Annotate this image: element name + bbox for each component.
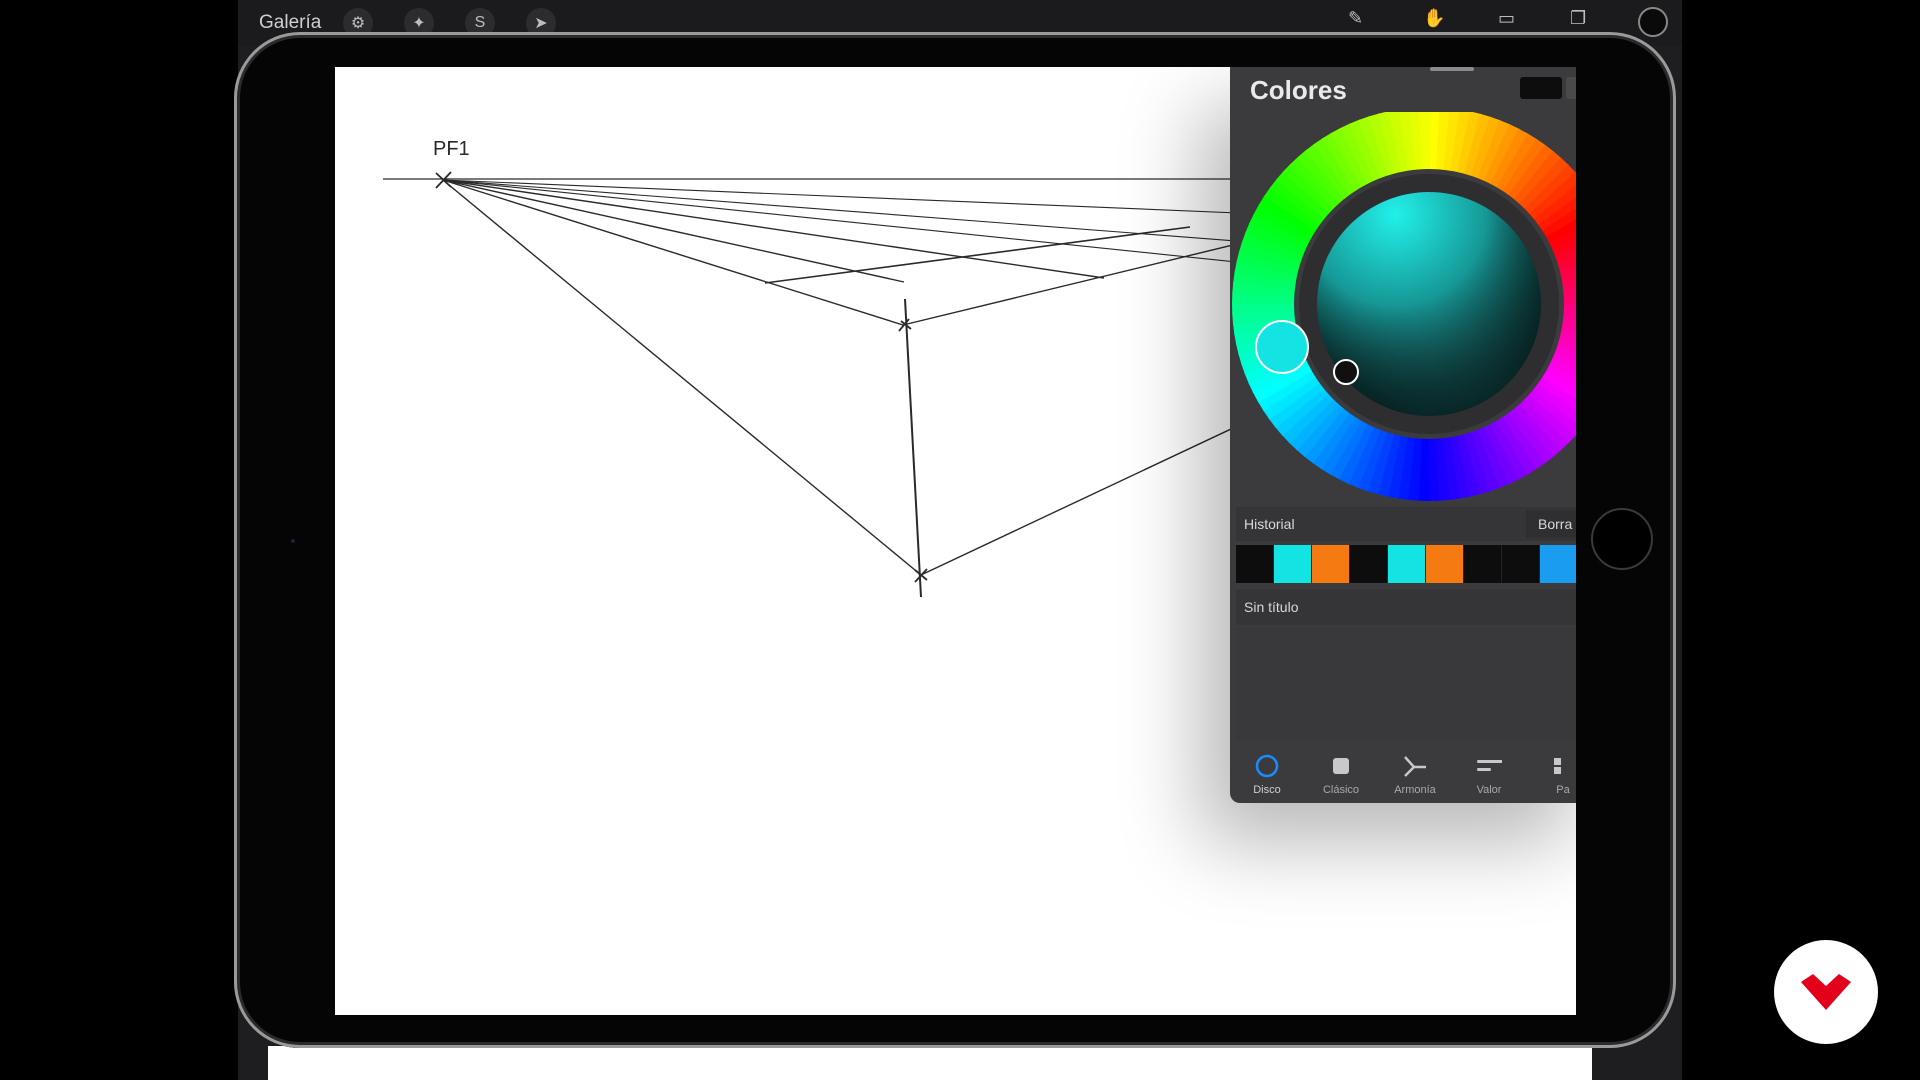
palette-label: Sin título — [1244, 599, 1299, 615]
guide-line — [442, 179, 905, 283]
classic-square-icon — [1328, 753, 1354, 779]
value-sliders-icon — [1476, 753, 1502, 779]
palettes-icon — [1550, 753, 1576, 779]
guide-line — [442, 179, 922, 576]
color-selector[interactable] — [1333, 359, 1359, 385]
history-label: Historial — [1244, 516, 1295, 532]
palette-header: Sin título — [1236, 589, 1576, 625]
background-canvas-edge — [268, 1046, 1592, 1080]
home-button[interactable] — [1591, 508, 1653, 570]
smudge-icon[interactable]: ✋ — [1423, 8, 1445, 29]
palette-swatches[interactable] — [1236, 627, 1576, 741]
colors-panel[interactable]: Colores Historial Borra Sin título Disco… — [1230, 67, 1576, 803]
tab-clasico[interactable]: Clásico — [1304, 743, 1378, 803]
front-camera — [291, 539, 295, 543]
vertical-edge — [904, 298, 922, 598]
history-swatch[interactable] — [1502, 545, 1540, 583]
history-swatch[interactable] — [1464, 545, 1502, 583]
tab-valor[interactable]: Valor — [1452, 743, 1526, 803]
current-color-swatch[interactable] — [1520, 77, 1562, 99]
history-swatches — [1236, 545, 1576, 583]
history-swatch[interactable] — [1236, 545, 1274, 583]
history-swatch[interactable] — [1350, 545, 1388, 583]
panel-title: Colores — [1250, 75, 1347, 105]
eraser-icon[interactable]: ▭ — [1498, 8, 1515, 29]
color-mode-tabs: Disco Clásico Armonía Valor Pa — [1230, 743, 1576, 803]
brush-icon[interactable]: ✎ — [1348, 8, 1363, 29]
color-disc[interactable] — [1230, 112, 1576, 512]
gallery-button[interactable]: Galería — [259, 12, 321, 34]
tab-armonia[interactable]: Armonía — [1378, 743, 1452, 803]
previous-color-swatch[interactable] — [1566, 77, 1576, 99]
history-swatch[interactable] — [1426, 545, 1464, 583]
history-swatch[interactable] — [1388, 545, 1426, 583]
hue-selector[interactable] — [1255, 320, 1309, 374]
guide-line — [442, 179, 904, 326]
tab-disco[interactable]: Disco — [1230, 743, 1304, 803]
history-swatch[interactable] — [1312, 545, 1350, 583]
harmony-icon — [1402, 753, 1428, 779]
history-swatch[interactable] — [1274, 545, 1312, 583]
brand-logo-icon — [1774, 940, 1878, 1044]
layers-icon[interactable]: ❐ — [1570, 8, 1586, 29]
vanishing-point-label: PF1 — [433, 138, 470, 160]
history-swatch[interactable] — [1540, 545, 1576, 583]
drawing-canvas[interactable]: PF1 Colores Historial Borra Sin título D… — [335, 67, 1576, 1015]
color-button[interactable] — [1638, 7, 1668, 37]
tab-paletas[interactable]: Pa — [1526, 743, 1576, 803]
guide-line — [442, 179, 1105, 279]
clear-history-button[interactable]: Borra — [1526, 510, 1576, 538]
disc-icon — [1254, 753, 1280, 779]
history-header: Historial Borra — [1236, 507, 1576, 541]
panel-grabber[interactable] — [1430, 67, 1474, 71]
